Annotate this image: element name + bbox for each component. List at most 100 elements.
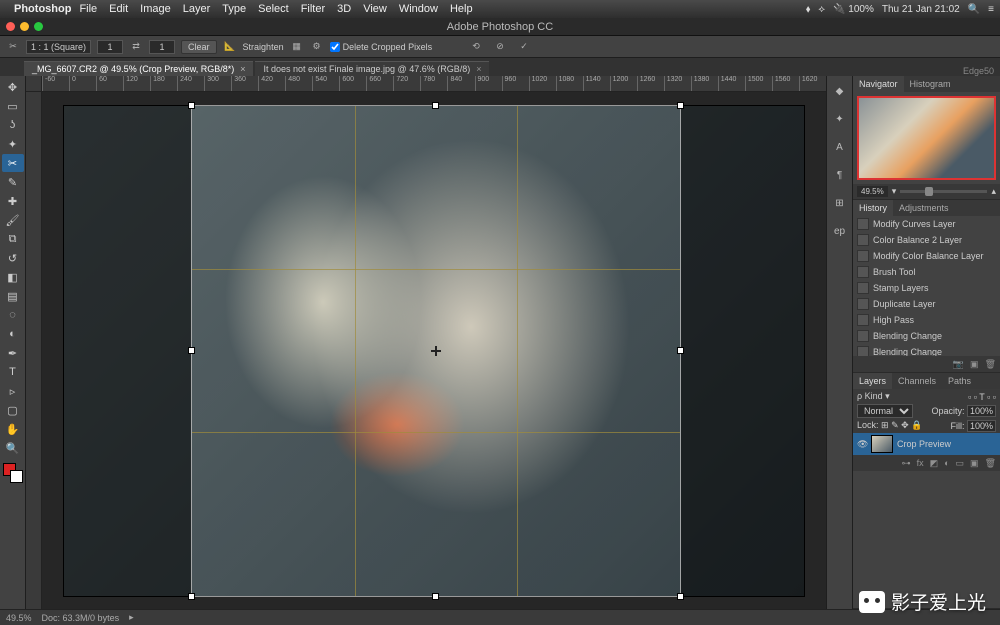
straighten-label[interactable]: Straighten [243, 42, 284, 52]
healing-brush-tool[interactable]: ✚ [2, 192, 24, 210]
menu-edit[interactable]: Edit [109, 3, 128, 15]
menu-file[interactable]: File [79, 3, 97, 15]
menu-3d[interactable]: 3D [337, 3, 351, 15]
hand-tool[interactable]: ✋ [2, 420, 24, 438]
eraser-tool[interactable]: ◧ [2, 268, 24, 286]
blur-tool[interactable]: ◌ [2, 306, 24, 324]
paths-tab[interactable]: Paths [942, 373, 977, 389]
type-tool[interactable]: T [2, 363, 24, 381]
panel-icon[interactable]: A [831, 138, 849, 156]
snapshot-icon[interactable]: 📷 [953, 359, 964, 370]
vertical-ruler[interactable] [26, 92, 42, 609]
layer-thumbnail[interactable] [871, 435, 893, 453]
new-state-icon[interactable]: ▣ [970, 359, 979, 370]
layer-mask-icon[interactable]: ◩ [930, 458, 939, 469]
dropbox-icon[interactable]: ⬧ [806, 4, 811, 15]
crop-options-icon[interactable]: ⚙ [310, 40, 324, 54]
delete-cropped-checkbox[interactable]: Delete Cropped Pixels [330, 42, 433, 52]
horizontal-ruler[interactable]: -600601201802403003604204805406006607207… [42, 76, 826, 92]
window-zoom-button[interactable] [34, 22, 43, 31]
ruler-origin[interactable] [26, 76, 42, 92]
history-state-row[interactable]: Modify Curves Layer [853, 216, 1000, 232]
visibility-toggle-icon[interactable]: 👁 [857, 439, 867, 450]
crop-handle[interactable] [188, 593, 195, 600]
menu-window[interactable]: Window [399, 3, 438, 15]
layer-row[interactable]: 👁 Crop Preview [853, 433, 1000, 455]
history-state-row[interactable]: Stamp Layers [853, 280, 1000, 296]
zoom-out-icon[interactable]: ▾ [892, 186, 897, 197]
history-state-row[interactable]: Modify Color Balance Layer [853, 248, 1000, 264]
move-tool[interactable]: ✥ [2, 78, 24, 96]
eyedropper-tool[interactable]: ✎ [2, 173, 24, 191]
menu-filter[interactable]: Filter [301, 3, 325, 15]
app-name[interactable]: Photoshop [14, 3, 71, 15]
delete-layer-icon[interactable]: 🗑 [985, 458, 996, 469]
history-tab[interactable]: History [853, 200, 893, 216]
clear-button[interactable]: Clear [181, 40, 217, 54]
layer-filter-icons[interactable]: ▫ ▫ T ▫ ▫ [968, 392, 996, 402]
delete-state-icon[interactable]: 🗑 [985, 359, 996, 370]
menu-layer[interactable]: Layer [183, 3, 211, 15]
link-layers-icon[interactable]: ⊶ [902, 458, 911, 469]
crop-tool[interactable]: ✂ [2, 154, 24, 172]
crop-width-field[interactable]: 1 [97, 40, 123, 54]
clock[interactable]: Thu 21 Jan 21:02 [882, 4, 960, 15]
navigator-tab[interactable]: Navigator [853, 76, 904, 92]
zoom-tool[interactable]: 🔍 [2, 439, 24, 457]
zoom-value[interactable]: 49.5% [857, 186, 888, 197]
crop-handle[interactable] [188, 347, 195, 354]
panel-icon[interactable]: ◆ [831, 82, 849, 100]
history-brush-tool[interactable]: ↺ [2, 249, 24, 267]
straighten-icon[interactable]: 📐 [223, 40, 237, 54]
adjustment-layer-icon[interactable]: ◐ [944, 458, 949, 468]
blend-mode-dropdown[interactable]: Normal [857, 404, 913, 418]
crop-height-field[interactable]: 1 [149, 40, 175, 54]
notification-center-icon[interactable]: ≡ [988, 4, 994, 15]
marquee-tool[interactable]: ▭ [2, 97, 24, 115]
menu-view[interactable]: View [363, 3, 387, 15]
cancel-crop-icon[interactable]: ⟲ [469, 40, 483, 54]
document-info[interactable]: Doc: 63.3M/0 bytes [42, 613, 120, 623]
document-image[interactable] [64, 106, 804, 596]
document-tab[interactable]: _MG_6607.CR2 @ 49.5% (Crop Preview, RGB/… [24, 61, 253, 76]
brush-tool[interactable]: 🖌 [2, 211, 24, 229]
lock-icons[interactable]: ⊞ ✎ ✥ 🔒 [881, 420, 922, 430]
history-state-row[interactable]: Blending Change [853, 328, 1000, 344]
swap-dimensions-icon[interactable]: ⇄ [129, 40, 143, 54]
close-tab-icon[interactable]: × [476, 64, 481, 74]
menu-image[interactable]: Image [140, 3, 171, 15]
crop-handle[interactable] [677, 347, 684, 354]
crop-handle[interactable] [677, 102, 684, 109]
navigator-thumbnail[interactable] [857, 96, 996, 180]
history-state-row[interactable]: Color Balance 2 Layer [853, 232, 1000, 248]
layer-name[interactable]: Crop Preview [897, 439, 951, 449]
zoom-level[interactable]: 49.5% [6, 613, 32, 623]
window-close-button[interactable] [6, 22, 15, 31]
adjustments-tab[interactable]: Adjustments [893, 200, 955, 216]
history-state-row[interactable]: Duplicate Layer [853, 296, 1000, 312]
new-layer-icon[interactable]: ▣ [970, 458, 979, 469]
window-minimize-button[interactable] [20, 22, 29, 31]
panel-icon[interactable]: ✦ [831, 110, 849, 128]
reset-crop-icon[interactable]: ⊘ [493, 40, 507, 54]
crop-handle[interactable] [188, 102, 195, 109]
crop-tool-icon[interactable]: ✂ [6, 40, 20, 54]
menu-help[interactable]: Help [450, 3, 473, 15]
layer-style-icon[interactable]: fx [917, 458, 924, 468]
crop-handle[interactable] [432, 102, 439, 109]
panel-icon[interactable]: ¶ [831, 166, 849, 184]
gradient-tool[interactable]: ▤ [2, 287, 24, 305]
color-swatches[interactable] [2, 462, 24, 484]
commit-crop-icon[interactable]: ✓ [517, 40, 531, 54]
dodge-tool[interactable]: ◐ [2, 325, 24, 343]
opacity-field[interactable]: 100% [967, 405, 996, 417]
menu-select[interactable]: Select [258, 3, 289, 15]
wifi-icon[interactable]: ⟡ [818, 4, 825, 15]
layers-tab[interactable]: Layers [853, 373, 892, 389]
pen-tool[interactable]: ✒ [2, 344, 24, 362]
document-tab[interactable]: It does not exist Finale image.jpg @ 47.… [255, 61, 489, 76]
history-state-row[interactable]: High Pass [853, 312, 1000, 328]
panel-icon[interactable]: ⊞ [831, 194, 849, 212]
zoom-in-icon[interactable]: ▴ [991, 186, 996, 197]
crop-handle[interactable] [432, 593, 439, 600]
